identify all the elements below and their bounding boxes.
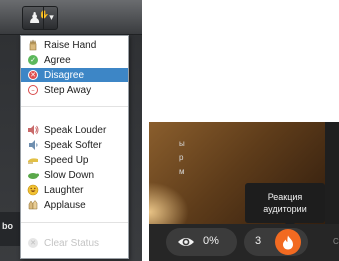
status-menu: Raise Hand ✓ Agree ✕ Disagree – Step Awa… bbox=[20, 35, 129, 259]
reactions-button[interactable]: 3 bbox=[244, 228, 308, 256]
menu-item-speed-up[interactable]: Speed Up bbox=[21, 153, 128, 167]
sidebar-text-fragment: bo bbox=[2, 221, 13, 231]
menu-item-label: Disagree bbox=[44, 69, 85, 81]
status-dropdown-chevron-icon[interactable]: ▾ bbox=[43, 7, 59, 29]
step-away-icon: – bbox=[27, 84, 39, 96]
menu-item-slow-down[interactable]: Slow Down bbox=[21, 168, 128, 182]
agree-icon: ✓ bbox=[27, 54, 39, 66]
side-text-fragment: р bbox=[179, 153, 184, 162]
edge-text-fragment: C bbox=[333, 237, 339, 246]
menu-item-clear-status: ✕ Clear Status bbox=[21, 236, 128, 250]
menu-divider bbox=[21, 106, 128, 107]
tooltip-line-1: Реакция bbox=[267, 192, 303, 202]
speak-softer-icon bbox=[27, 139, 39, 151]
views-percentage: 0% bbox=[203, 235, 219, 247]
menu-item-raise-hand[interactable]: Raise Hand bbox=[21, 38, 128, 52]
menu-item-step-away[interactable]: – Step Away bbox=[21, 83, 128, 97]
menu-item-laughter[interactable]: Laughter bbox=[21, 183, 128, 197]
slow-down-icon bbox=[27, 169, 39, 181]
menu-item-label: Raise Hand bbox=[44, 39, 97, 51]
speed-up-icon bbox=[27, 154, 39, 166]
reaction-count: 3 bbox=[255, 235, 262, 247]
raise-hand-icon bbox=[27, 39, 39, 51]
views-button[interactable]: 0% bbox=[166, 228, 237, 256]
menu-item-label: Agree bbox=[44, 54, 71, 66]
menu-item-label: Slow Down bbox=[44, 169, 95, 181]
menu-item-speak-softer[interactable]: Speak Softer bbox=[21, 138, 128, 152]
menu-item-label: Speak Louder bbox=[44, 124, 107, 136]
eye-icon bbox=[177, 235, 195, 254]
menu-item-speak-louder[interactable]: Speak Louder bbox=[21, 123, 128, 137]
menu-item-disagree[interactable]: ✕ Disagree bbox=[21, 68, 128, 82]
menu-item-label: Laughter bbox=[44, 184, 84, 196]
reaction-tooltip: Реакция аудитории bbox=[245, 183, 325, 223]
laughter-icon bbox=[27, 184, 39, 196]
menu-item-label: Speed Up bbox=[44, 154, 89, 166]
menu-item-label: Clear Status bbox=[44, 237, 100, 249]
menu-item-applause[interactable]: Applause bbox=[21, 198, 128, 212]
fire-reaction-button[interactable] bbox=[275, 229, 301, 255]
menu-item-label: Speak Softer bbox=[44, 139, 102, 151]
applause-icon bbox=[27, 199, 39, 211]
disagree-icon: ✕ bbox=[27, 69, 39, 81]
menu-item-label: Step Away bbox=[44, 84, 92, 96]
side-text-fragment: м bbox=[179, 167, 185, 176]
fire-icon bbox=[283, 235, 293, 249]
tooltip-line-2: аудитории bbox=[263, 204, 307, 214]
menu-divider bbox=[21, 222, 128, 223]
menu-item-agree[interactable]: ✓ Agree bbox=[21, 53, 128, 67]
speak-louder-icon bbox=[27, 124, 39, 136]
menu-item-label: Applause bbox=[44, 199, 86, 211]
screenshot-stage: ♟ ✋ ▾ bo Raise Hand ✓ Agree ✕ Disagree – bbox=[0, 0, 339, 261]
side-text-fragment: ы bbox=[179, 139, 185, 148]
clear-status-icon: ✕ bbox=[27, 237, 39, 249]
